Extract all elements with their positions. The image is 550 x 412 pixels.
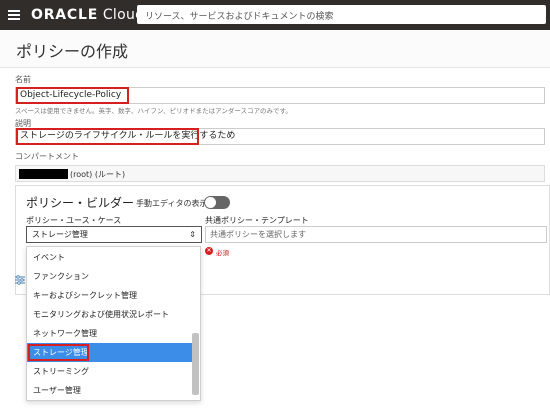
name-label: 名前 bbox=[15, 75, 31, 84]
manual-editor-label: 手動エディタの表示 bbox=[136, 199, 208, 208]
toggle-knob bbox=[205, 197, 216, 208]
dropdown-item-streaming[interactable]: ストリーミング bbox=[27, 362, 192, 381]
redacted-compartment bbox=[19, 169, 68, 179]
builder-title: ポリシー・ビルダー bbox=[26, 196, 135, 210]
template-label: 共通ポリシー・テンプレート bbox=[205, 216, 309, 225]
template-placeholder: 共通ポリシーを選択します bbox=[210, 230, 306, 239]
select-arrows-icon: ⇕ bbox=[189, 230, 196, 239]
compartment-field[interactable]: (root) (ルート) bbox=[15, 165, 545, 182]
dropdown-item-functions[interactable]: ファンクション bbox=[27, 267, 192, 286]
manual-editor-toggle[interactable] bbox=[204, 196, 230, 209]
search-input[interactable]: リソース、サービスおよびドキュメントの検索 bbox=[137, 5, 546, 24]
dropdown-item-key-secret[interactable]: キーおよびシークレット管理 bbox=[27, 286, 192, 305]
top-bar: ORACLE Cloud リソース、サービスおよびドキュメントの検索 bbox=[0, 0, 550, 30]
dropdown-scrollbar[interactable] bbox=[192, 333, 199, 395]
page-title: ポリシーの作成 bbox=[16, 42, 129, 61]
dropdown-item-user[interactable]: ユーザー管理 bbox=[27, 381, 192, 400]
name-hint: スペースは使用できません。英字、数字、ハイフン、ピリオドまたはアンダースコアのみ… bbox=[15, 107, 292, 115]
name-highlight bbox=[16, 87, 129, 104]
use-case-label: ポリシー・ユース・ケース bbox=[26, 216, 122, 225]
dropdown-item-network[interactable]: ネットワーク管理 bbox=[27, 324, 192, 343]
use-case-select[interactable]: ストレージ管理 ⇕ bbox=[26, 226, 202, 243]
use-case-value: ストレージ管理 bbox=[32, 230, 88, 239]
dropdown-item-monitoring[interactable]: モニタリングおよび使用状況レポート bbox=[27, 305, 192, 324]
use-case-dropdown[interactable]: イベント ファンクション キーおよびシークレット管理 モニタリングおよび使用状況… bbox=[26, 246, 201, 401]
storage-highlight bbox=[28, 344, 89, 361]
description-highlight bbox=[16, 128, 199, 145]
oracle-cloud-logo[interactable]: ORACLE Cloud bbox=[31, 7, 144, 23]
compartment-label: コンパートメント bbox=[15, 152, 79, 161]
menu-icon[interactable] bbox=[8, 10, 20, 20]
dropdown-item-events[interactable]: イベント bbox=[27, 248, 192, 267]
filter-icon[interactable] bbox=[15, 275, 25, 285]
compartment-value: (root) (ルート) bbox=[70, 170, 126, 179]
template-select[interactable]: 共通ポリシーを選択します bbox=[205, 226, 547, 243]
title-area: ポリシーの作成 bbox=[0, 30, 550, 68]
error-icon: ✕ bbox=[205, 247, 213, 255]
required-text: 必須 bbox=[216, 249, 229, 257]
